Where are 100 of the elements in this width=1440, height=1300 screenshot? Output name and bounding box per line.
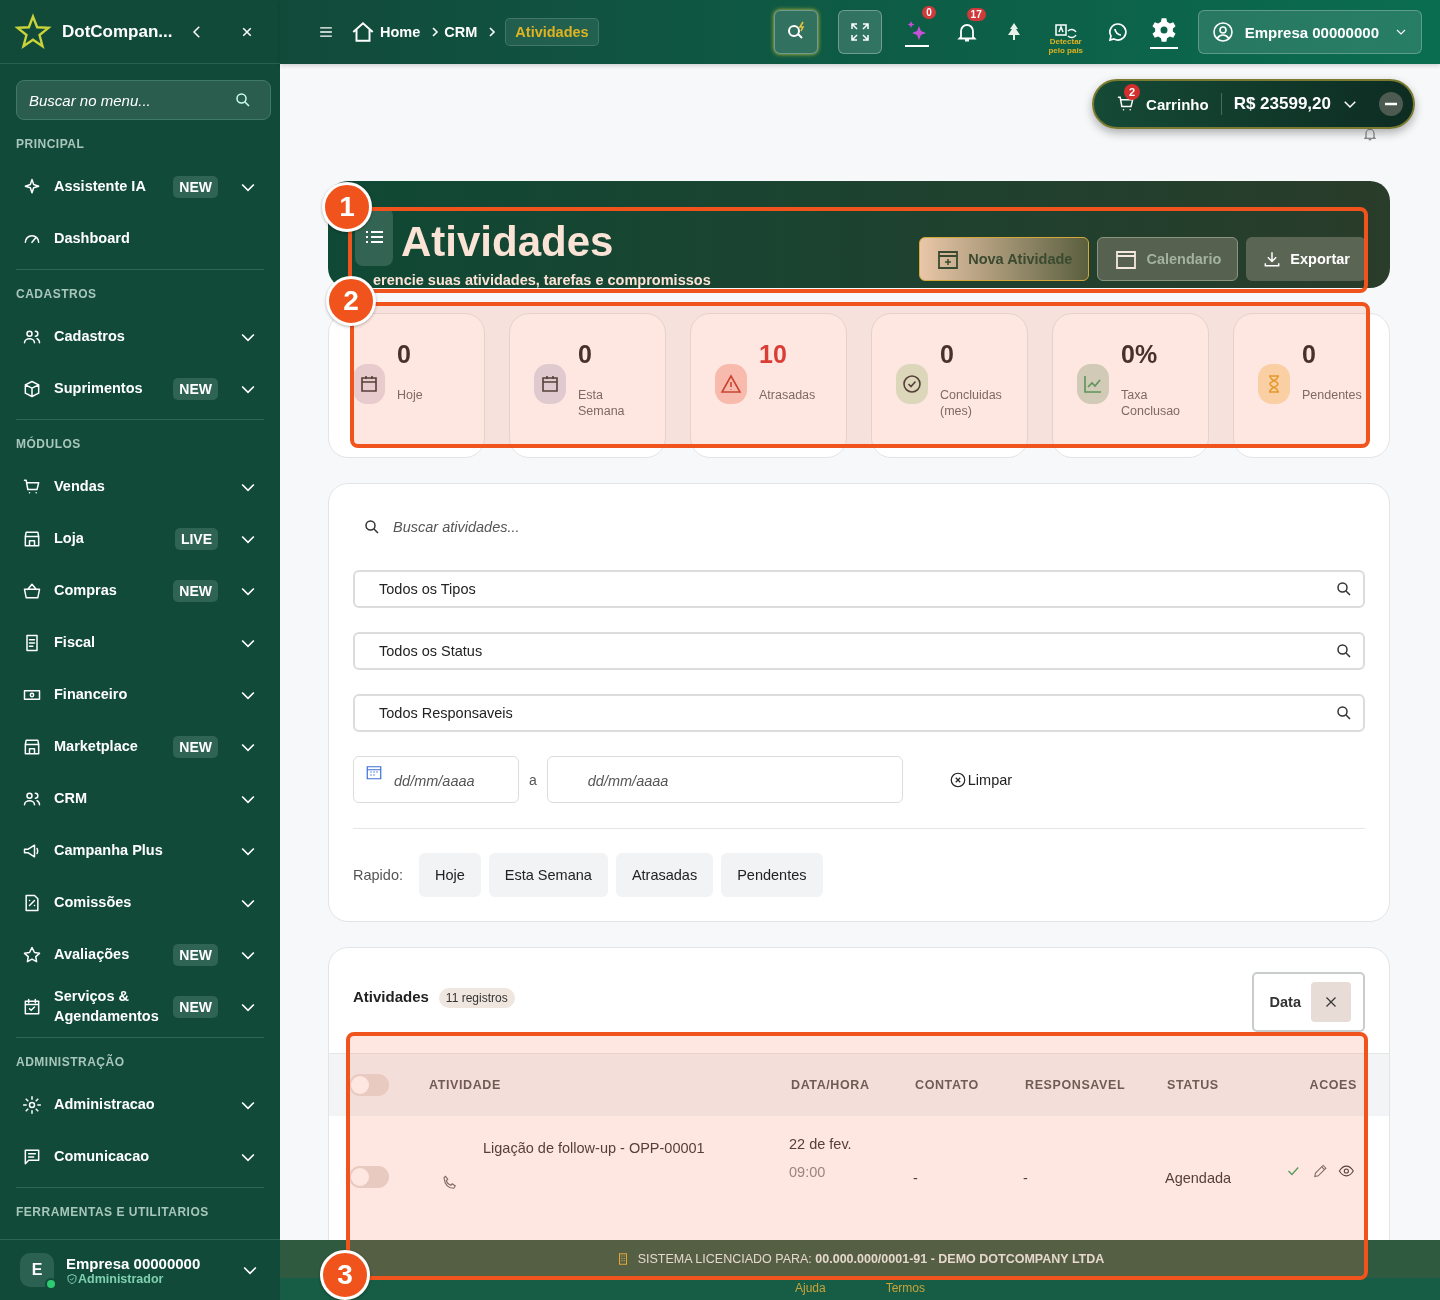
header-button[interactable]: Nova Atividade [919, 237, 1090, 281]
sidebar-item[interactable]: Comissões [16, 877, 264, 929]
search-icon [1335, 580, 1353, 598]
sidebar-item[interactable]: Marketplace NEW [16, 721, 264, 773]
search-field[interactable]: Buscar atividades... [353, 508, 1365, 546]
table-cell-text: - [1023, 1170, 1029, 1186]
sidebar-item[interactable]: Avaliações NEW [16, 929, 264, 981]
section-title: PRINCIPAL [16, 136, 86, 153]
users-icon [22, 327, 42, 347]
store-icon [22, 737, 42, 757]
stat-value: 0 [940, 340, 955, 369]
user-role: Administrador [78, 1271, 164, 1286]
quick-filter-chip[interactable]: Atrasadas [615, 853, 714, 897]
menu-badge: NEW [173, 996, 218, 1018]
account-dropdown[interactable]: Empresa 00000000 [1197, 10, 1422, 54]
menu-badge: NEW [173, 378, 218, 400]
sidebar-item[interactable]: Dashboard [16, 213, 264, 265]
sidebar-item[interactable]: CRM [16, 773, 264, 825]
sidebar-item[interactable]: Compras NEW [16, 565, 264, 617]
edit-icon[interactable] [1311, 1162, 1329, 1180]
cart-bar[interactable]: 2 Carrinho R$ 23599,20 [1092, 79, 1415, 129]
toggle-switch[interactable] [349, 1166, 389, 1188]
search-icon [234, 91, 252, 109]
section-title: MÓDULOS [16, 435, 82, 453]
sidebar-item[interactable]: Loja LIVE [16, 513, 264, 565]
menu-badge: LIVE [174, 528, 218, 550]
translate-icon [1053, 23, 1078, 41]
store-icon [22, 529, 42, 549]
sidebar-item[interactable]: Cadastros [16, 311, 264, 363]
hourglass-icon [1258, 364, 1290, 404]
section-title: ADMINISTRAÇÃO [16, 1053, 126, 1071]
select-field[interactable]: Todos Responsaveis [353, 694, 1365, 732]
menu-search-field[interactable]: Buscar no menu... [16, 80, 271, 120]
stat-value: 10 [759, 340, 788, 369]
breadcrumb-link[interactable]: CRM [444, 24, 478, 40]
percent-document-icon [22, 893, 42, 913]
chevron-right-icon [430, 25, 441, 39]
date-field[interactable]: dd/mm/aaaa [546, 756, 903, 803]
menu-badge: NEW [173, 176, 218, 198]
stat-value: 0 [1302, 340, 1317, 369]
calendar-icon [353, 364, 385, 404]
license-text: SISTEMA LICENCIADO PARA: 00.000.000/0001-91 - DEMO DOTCOMPANY LTDA [637, 1252, 1105, 1266]
menu-badge: NEW [173, 944, 218, 966]
cart-count-badge: 2 [1124, 84, 1141, 100]
date-text: 22 de fev. [789, 1136, 853, 1152]
cart-icon [22, 477, 42, 497]
stat-label: Hoje [397, 387, 424, 404]
toggle-switch[interactable] [349, 1074, 389, 1096]
language-button[interactable]: Detectar pelo pais [1045, 23, 1086, 55]
menu-badge: NEW [173, 580, 218, 602]
sidebar-item[interactable]: Suprimentos NEW [16, 363, 264, 415]
sort-control[interactable]: Data [1251, 972, 1365, 1032]
date-field[interactable]: dd/mm/aaaa [353, 756, 519, 803]
table-title: Atividades [353, 988, 429, 1005]
search-icon [363, 518, 381, 536]
home-icon[interactable] [350, 19, 376, 45]
sidebar-item[interactable]: Financeiro [16, 669, 264, 721]
stat-value: 0 [397, 340, 412, 369]
sidebar-item[interactable]: Administracao [16, 1079, 264, 1131]
stat-label: Esta Semana [578, 387, 626, 420]
status-text: Agendada [1165, 1170, 1233, 1186]
sidebar-item[interactable]: Fiscal [16, 617, 264, 669]
cart-total: R$ 23599,20 [1233, 94, 1331, 114]
users-icon [22, 789, 42, 809]
select-field[interactable]: Todos os Status [353, 632, 1365, 670]
sidebar-item[interactable]: Comunicacao [16, 1131, 264, 1183]
sidebar-item[interactable]: Campanha Plus [16, 825, 264, 877]
breadcrumb-current: Atividades [505, 18, 599, 46]
user-avatar: E [20, 1253, 54, 1287]
clear-button[interactable]: Limpar [942, 769, 1019, 790]
breadcrumb-link[interactable]: Home [380, 24, 421, 40]
select-field[interactable]: Todos os Tipos [353, 570, 1365, 608]
column-header: ACOES [1308, 1078, 1357, 1092]
search-icon [1335, 704, 1353, 722]
online-dot [45, 1278, 57, 1290]
quick-filter-label: Rapido: [353, 867, 403, 883]
search-button[interactable] [773, 10, 818, 54]
cart-label: Carrinho [1146, 95, 1209, 113]
quick-filter-chip[interactable]: Pendentes [721, 853, 823, 897]
stat-label: Pendentes [1302, 387, 1363, 404]
calendar-icon [365, 763, 383, 781]
fullscreen-button[interactable] [837, 10, 882, 54]
stat-label: Concluidas (mes) [940, 387, 1003, 420]
page-title: Atividades [401, 218, 614, 266]
shield-icon [66, 1272, 78, 1285]
basket-icon [22, 581, 42, 601]
quick-filter-chip[interactable]: Esta Semana [488, 853, 608, 897]
minimize-icon[interactable] [1377, 90, 1405, 118]
menu-badge: NEW [173, 736, 218, 758]
quick-filter-chip[interactable]: Hoje [419, 853, 481, 897]
sidebar-item[interactable]: Serviços & Agendamentos NEW [16, 981, 264, 1033]
sidebar-item[interactable]: Assistente IA NEW [16, 161, 264, 213]
export-button[interactable]: Exportar [1246, 237, 1366, 281]
range-separator: a [529, 771, 537, 788]
stat-label: Taxa Conclusao [1121, 387, 1182, 420]
chat-icon [22, 1147, 42, 1167]
column-header: STATUS [1167, 1078, 1220, 1092]
sidebar-item[interactable]: Vendas [16, 461, 264, 513]
column-header: ATIVIDADE [429, 1078, 502, 1092]
bell-icon[interactable] [1362, 126, 1378, 142]
